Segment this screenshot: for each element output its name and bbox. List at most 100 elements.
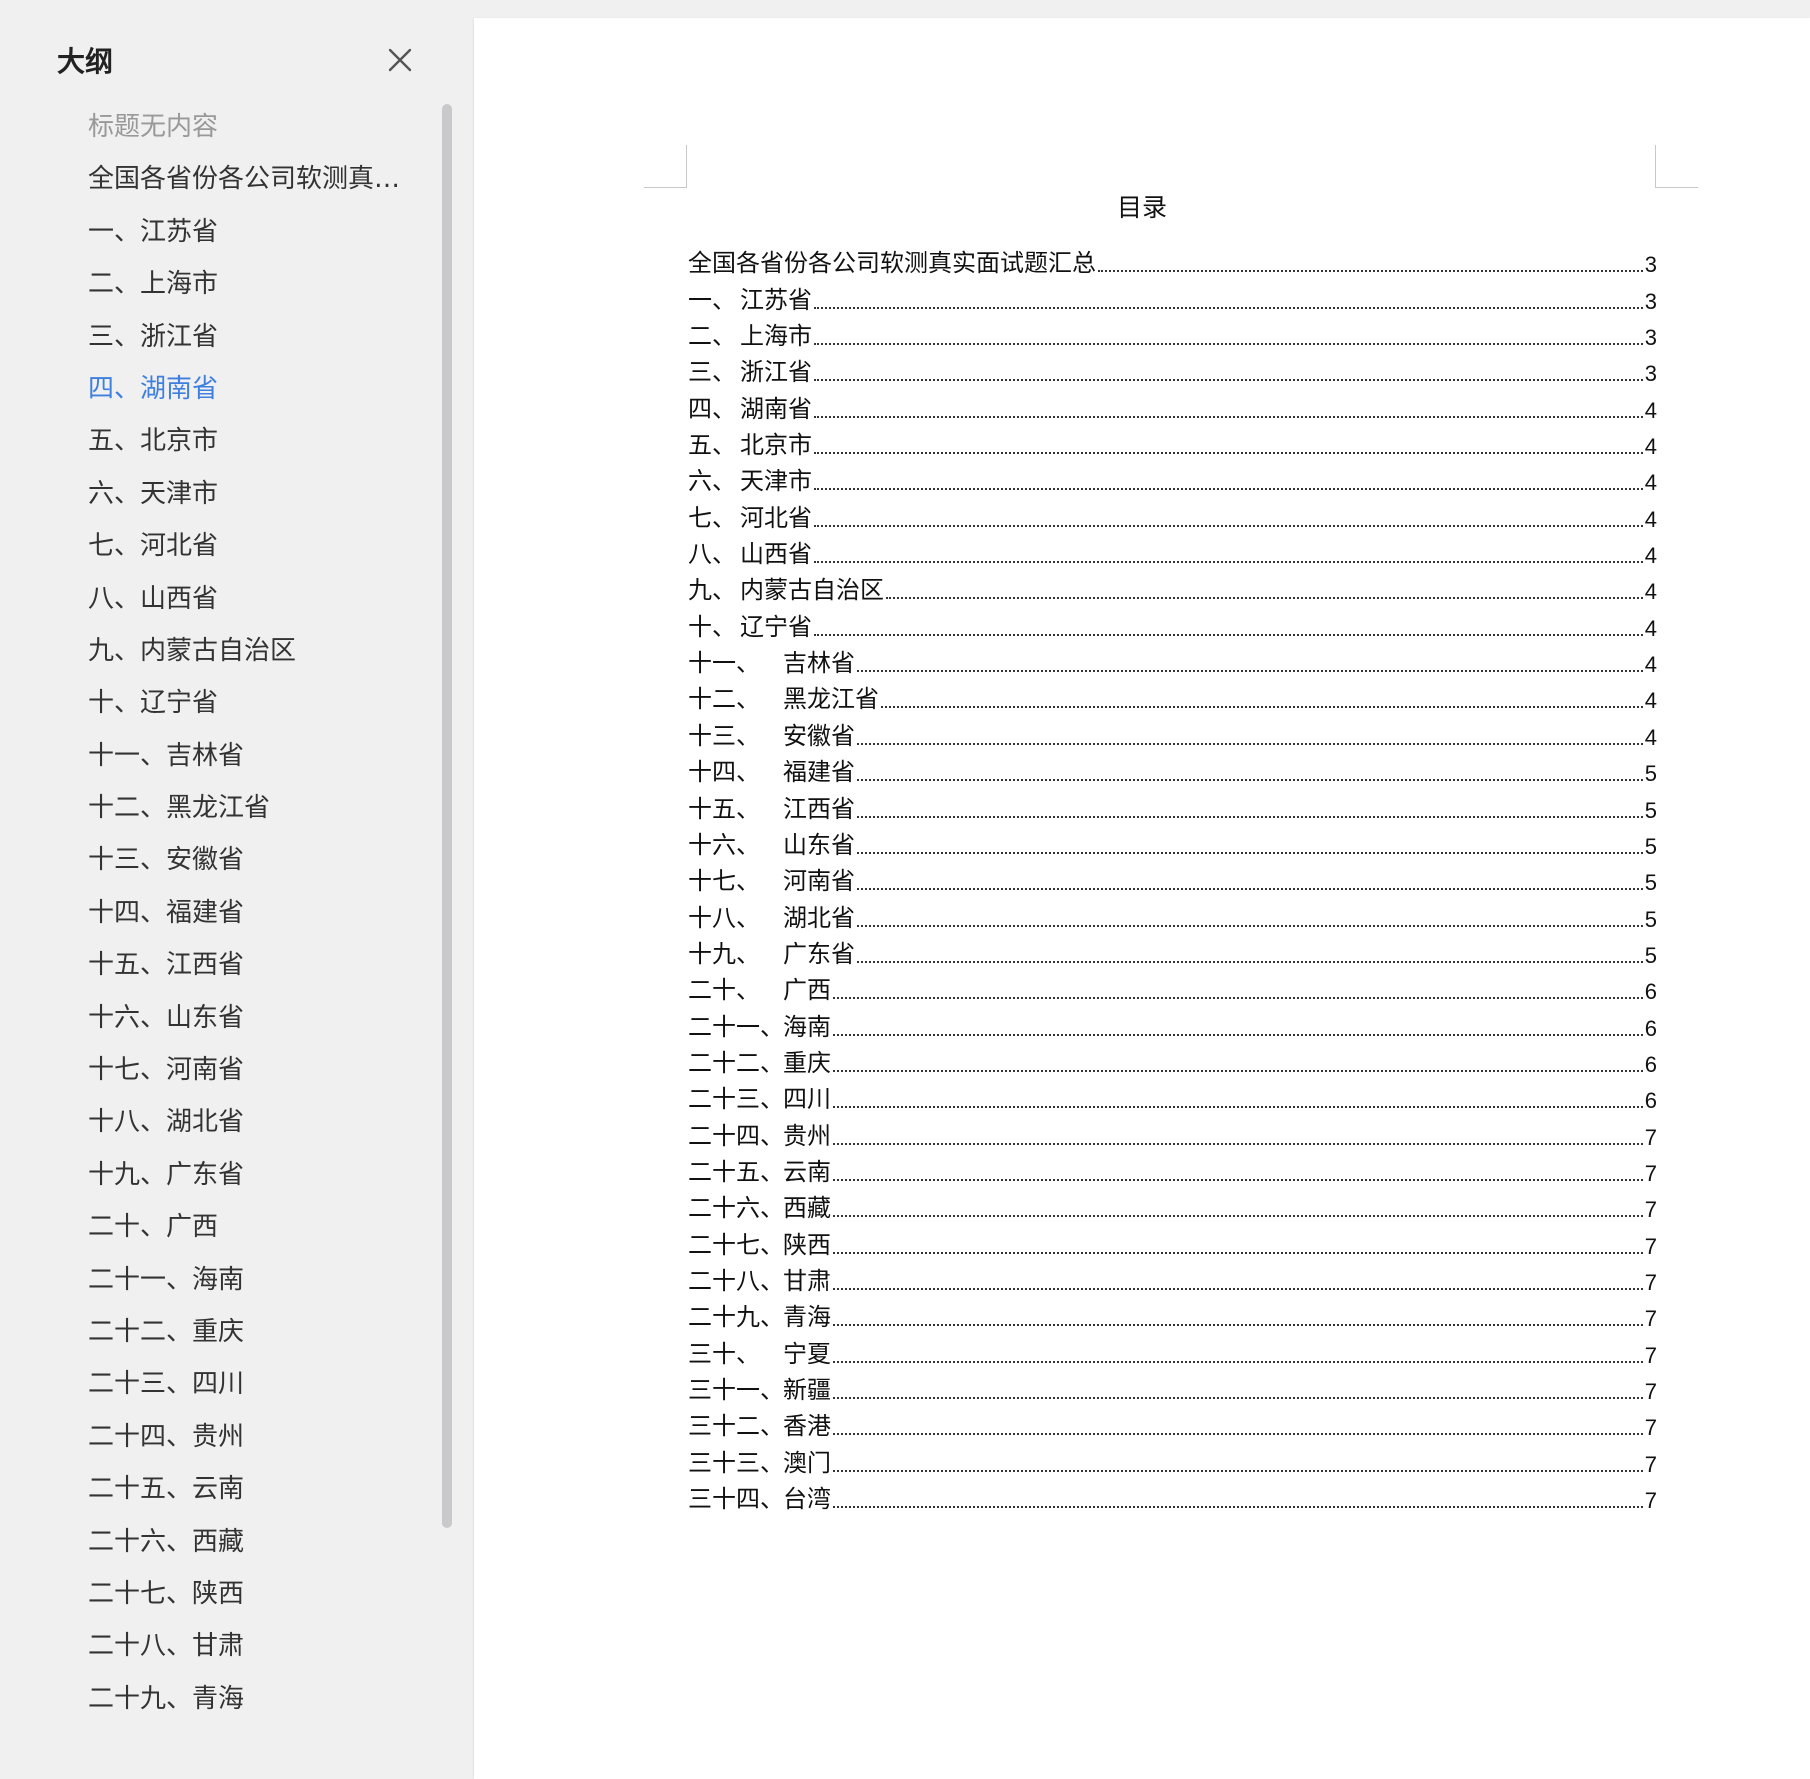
outline-scrollbar[interactable]: [440, 100, 454, 1530]
close-outline-button[interactable]: [382, 42, 418, 78]
outline-item[interactable]: 三、浙江省: [88, 311, 418, 363]
toc-entry[interactable]: 一、 江苏省 3: [688, 278, 1657, 314]
toc-entry-number: 二十九、: [688, 1303, 784, 1332]
toc-entry[interactable]: 三十二、 香港 7: [688, 1405, 1657, 1441]
toc-leader-dots: [857, 815, 1643, 818]
outline-item[interactable]: 十一、吉林省: [88, 730, 418, 782]
toc-leader-dots: [814, 415, 1643, 418]
toc-entry-page: 7: [1644, 1488, 1657, 1514]
toc-entry[interactable]: 全国各省份各公司软测真实面试题汇总 3: [688, 242, 1657, 278]
outline-item[interactable]: 二十三、四川: [88, 1358, 418, 1410]
toc-entry-label: 青海: [783, 1303, 831, 1332]
toc-entry-number: 三十三、: [688, 1448, 784, 1477]
outline-item[interactable]: 十三、安徽省: [88, 834, 418, 886]
toc-entry[interactable]: 三十一、 新疆 7: [688, 1369, 1657, 1405]
toc-entry-page: 4: [1644, 652, 1657, 678]
toc-entry[interactable]: 二十一、 海南 6: [688, 1005, 1657, 1041]
toc-entry-page: 7: [1644, 1379, 1657, 1404]
outline-item[interactable]: 二十、广西: [88, 1201, 418, 1253]
toc-entry[interactable]: 二十八、 甘肃 7: [688, 1260, 1657, 1296]
toc-entry[interactable]: 二十五、 云南 7: [688, 1151, 1657, 1187]
outline-item[interactable]: 二十六、西藏: [88, 1516, 418, 1568]
toc-entry[interactable]: 四、 湖南省 4: [688, 387, 1657, 423]
toc-entry[interactable]: 十、 辽宁省 4: [688, 605, 1657, 641]
outline-item[interactable]: 六、天津市: [88, 468, 418, 520]
outline-item[interactable]: 标题无内容: [88, 101, 418, 153]
toc-entry[interactable]: 二十七、 陕西 7: [688, 1223, 1657, 1259]
toc-entry[interactable]: 十八、 湖北省 5: [688, 896, 1657, 932]
toc-leader-dots: [857, 924, 1643, 927]
toc-entry[interactable]: 三十四、 台湾 7: [688, 1478, 1657, 1514]
outline-item[interactable]: 全国各省份各公司软测真实...: [88, 153, 418, 205]
toc-entry[interactable]: 二十六、 西藏 7: [688, 1187, 1657, 1223]
toc-entry[interactable]: 二十四、 贵州 7: [688, 1114, 1657, 1150]
outline-item[interactable]: 七、河北省: [88, 520, 418, 572]
outline-item[interactable]: 二十二、重庆: [88, 1306, 418, 1358]
toc-entry-page: 5: [1644, 761, 1657, 787]
outline-item[interactable]: 二十七、陕西: [88, 1568, 418, 1620]
toc-entry[interactable]: 三十、 宁夏 7: [688, 1332, 1657, 1368]
toc-entry-label: 浙江省: [740, 358, 812, 387]
outline-item[interactable]: 二十一、海南: [88, 1254, 418, 1306]
outline-item[interactable]: 四、湖南省: [88, 363, 418, 415]
toc-entry[interactable]: 十九、 广东省 5: [688, 933, 1657, 969]
outline-item[interactable]: 二十九、青海: [88, 1673, 418, 1725]
toc-entry-label: 台湾: [783, 1485, 831, 1514]
toc-entry[interactable]: 二十三、 四川 6: [688, 1078, 1657, 1114]
toc-entry-page: 7: [1644, 1197, 1657, 1223]
toc-entry-label: 河北省: [740, 503, 812, 532]
toc-entry-label: 北京市: [740, 431, 812, 460]
toc-entry-page: 5: [1644, 870, 1657, 896]
outline-item[interactable]: 九、内蒙古自治区: [88, 625, 418, 677]
toc-entry[interactable]: 十一、 吉林省 4: [688, 642, 1657, 678]
toc-entry[interactable]: 九、 内蒙古自治区 4: [688, 569, 1657, 605]
toc-entry-label: 宁夏: [783, 1339, 831, 1368]
toc-entry[interactable]: 十四、 福建省 5: [688, 751, 1657, 787]
toc-entry[interactable]: 十五、 江西省 5: [688, 787, 1657, 823]
toc-entry[interactable]: 十二、 黑龙江省 4: [688, 678, 1657, 714]
toc-entry-label: 黑龙江省: [783, 685, 879, 714]
outline-item[interactable]: 十九、广东省: [88, 1149, 418, 1201]
toc-entry-page: 4: [1644, 434, 1657, 460]
outline-item[interactable]: 十六、山东省: [88, 992, 418, 1044]
toc-entry[interactable]: 二十、 广西 6: [688, 969, 1657, 1005]
toc-entry-number: 十四、: [688, 758, 760, 787]
toc-entry[interactable]: 六、 天津市 4: [688, 460, 1657, 496]
outline-item[interactable]: 二十五、云南: [88, 1463, 418, 1515]
toc-entry[interactable]: 十六、 山东省 5: [688, 824, 1657, 860]
outline-item[interactable]: 二十四、贵州: [88, 1411, 418, 1463]
toc-entry-label: 安徽省: [783, 721, 855, 750]
toc-entry[interactable]: 八、 山西省 4: [688, 533, 1657, 569]
toc-entry[interactable]: 十三、 安徽省 4: [688, 714, 1657, 750]
toc-entry[interactable]: 三十三、 澳门 7: [688, 1441, 1657, 1477]
toc-entry[interactable]: 七、 河北省 4: [688, 496, 1657, 532]
outline-item[interactable]: 十、辽宁省: [88, 677, 418, 729]
toc-entry[interactable]: 三、 浙江省 3: [688, 351, 1657, 387]
toc-entry-label: 四川: [783, 1085, 831, 1114]
toc-entry[interactable]: 二十九、 青海 7: [688, 1296, 1657, 1332]
page-margin-corner-top-left: [644, 145, 687, 188]
toc-entry-page: 6: [1644, 979, 1657, 1005]
outline-item[interactable]: 八、山西省: [88, 573, 418, 625]
toc-entry[interactable]: 五、 北京市 4: [688, 424, 1657, 460]
toc-leader-dots: [833, 1432, 1643, 1436]
outline-item[interactable]: 十二、黑龙江省: [88, 782, 418, 834]
outline-item[interactable]: 十四、福建省: [88, 887, 418, 939]
toc-leader-dots: [833, 1105, 1643, 1109]
outline-item[interactable]: 一、江苏省: [88, 206, 418, 258]
outline-item[interactable]: 十八、湖北省: [88, 1096, 418, 1148]
outline-scrollbar-thumb[interactable]: [442, 104, 452, 1528]
toc-leader-dots: [857, 887, 1643, 891]
toc-entry[interactable]: 二十二、 重庆 6: [688, 1042, 1657, 1078]
outline-item[interactable]: 二、上海市: [88, 258, 418, 310]
toc-entry[interactable]: 十七、 河南省 5: [688, 860, 1657, 896]
close-icon[interactable]: [382, 42, 418, 78]
toc-entry-label: 湖北省: [783, 903, 855, 932]
toc-entry[interactable]: 二、 上海市 3: [688, 315, 1657, 351]
outline-item[interactable]: 二十八、甘肃: [88, 1620, 418, 1672]
document-page: 目录 全国各省份各公司软测真实面试题汇总 3 一、 江苏省 3 二、 上海市 3 三、 浙江省 3 四…: [474, 18, 1810, 1779]
outline-item[interactable]: 十七、河南省: [88, 1044, 418, 1096]
outline-item[interactable]: 五、北京市: [88, 415, 418, 467]
outline-item[interactable]: 十五、江西省: [88, 939, 418, 991]
toc-entry-page: 7: [1644, 1233, 1657, 1259]
